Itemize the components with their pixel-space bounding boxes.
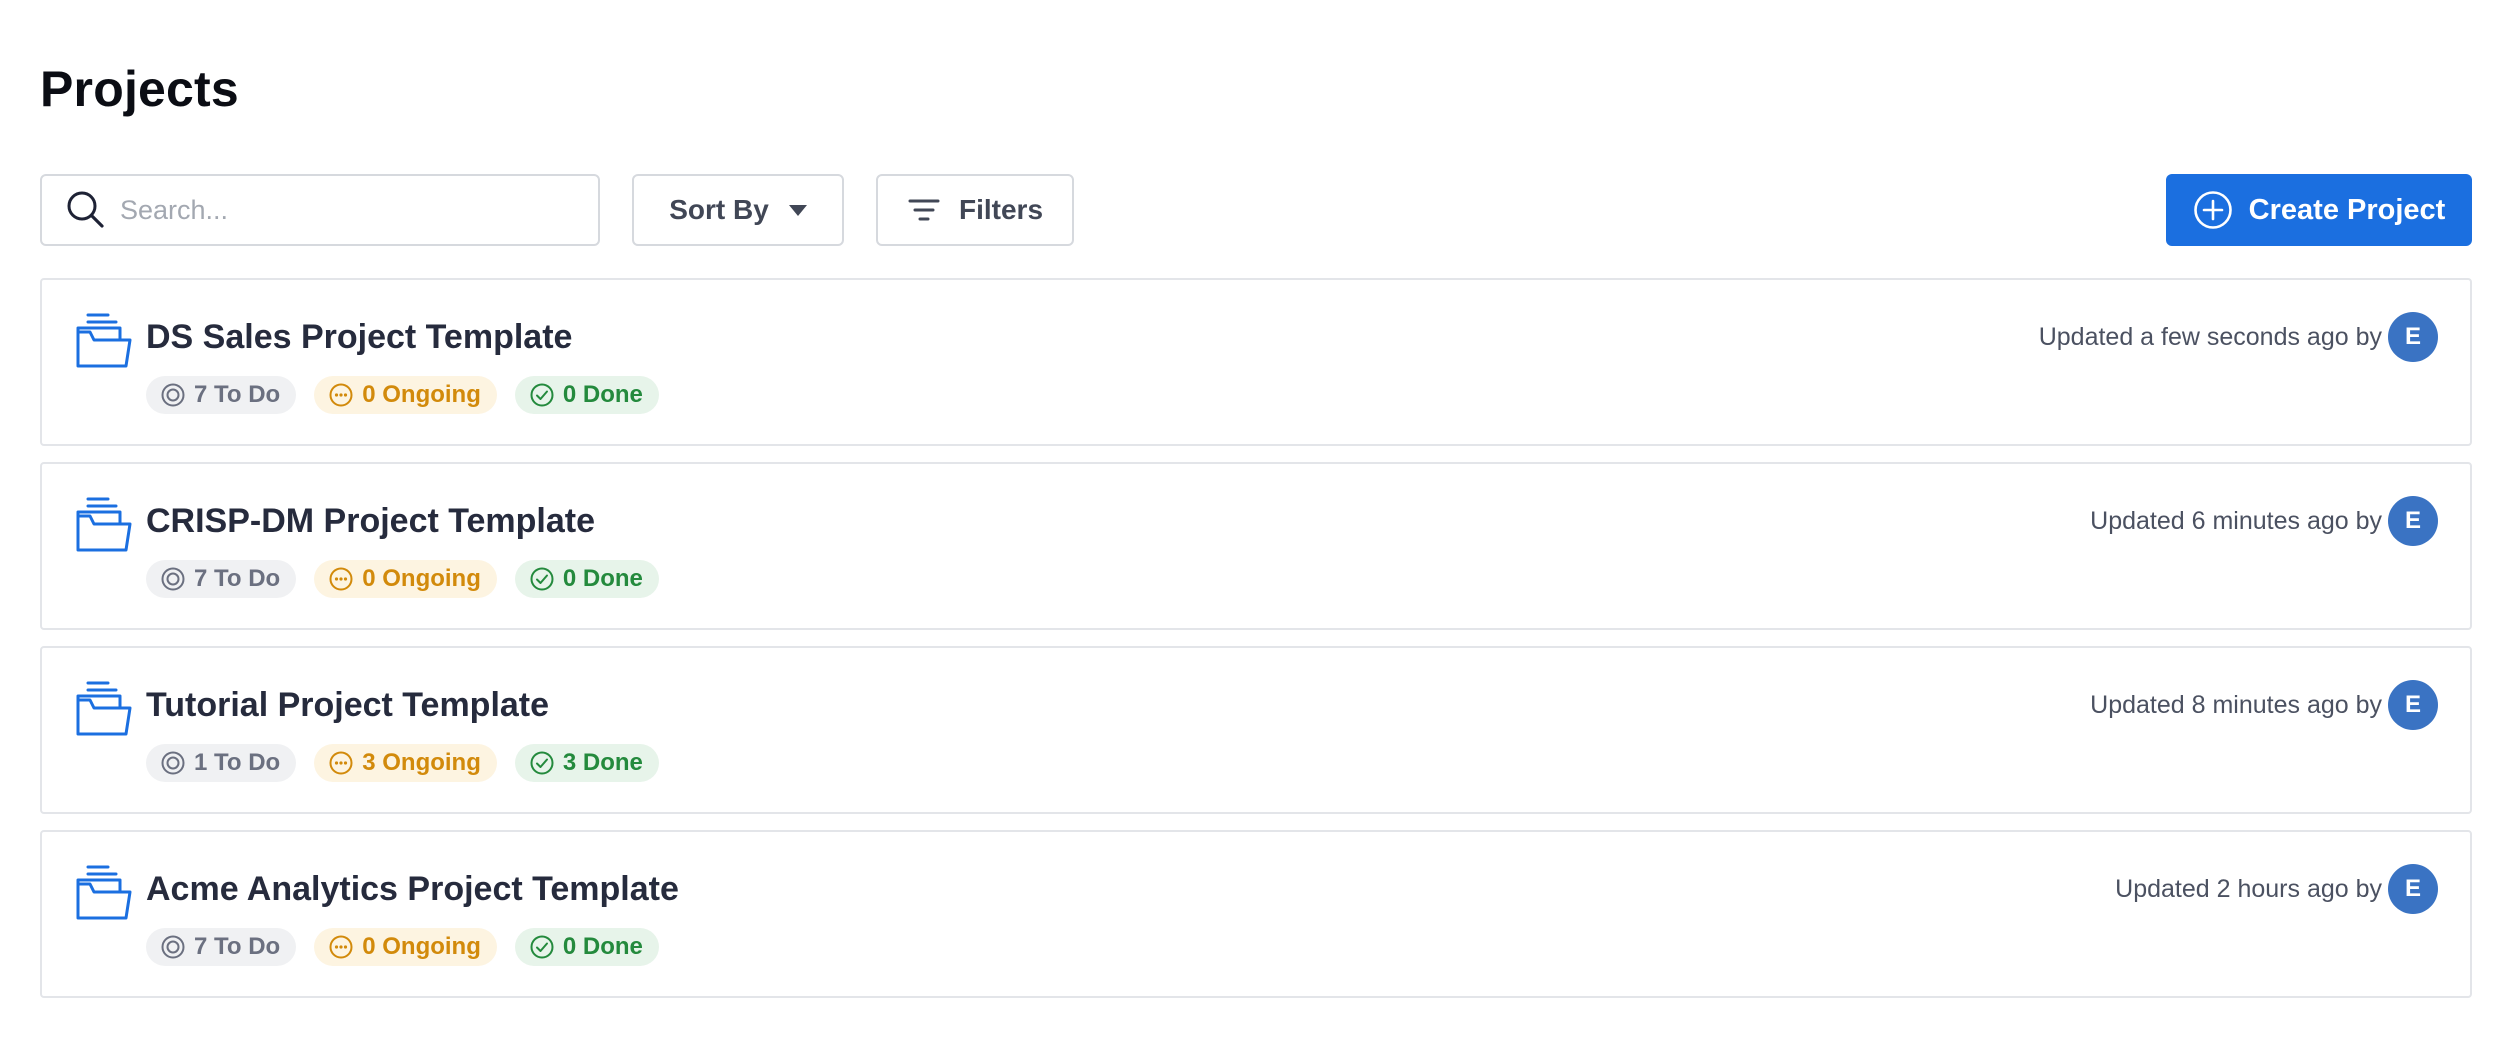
circle-dot-icon: [160, 566, 186, 592]
ongoing-count: 0 Ongoing: [362, 565, 481, 592]
project-name[interactable]: Acme Analytics Project Template: [146, 870, 679, 909]
folder-open-icon: [72, 678, 134, 740]
avatar[interactable]: E: [2388, 312, 2438, 362]
project-name[interactable]: DS Sales Project Template: [146, 318, 572, 357]
todo-badge: 1 To Do: [146, 744, 297, 782]
updated-text: Updated 2 hours ago by: [2115, 874, 2382, 903]
folder-open-icon: [72, 310, 134, 372]
search-input[interactable]: [120, 194, 560, 226]
updated-text: Updated a few seconds ago by: [2038, 322, 2382, 351]
todo-count: 7 To Do: [194, 565, 281, 592]
done-count: 0 Done: [562, 381, 643, 408]
project-name[interactable]: CRISP-DM Project Template: [146, 502, 595, 541]
project-card[interactable]: CRISP-DM Project Template 7 To Do 0 Ongo…: [40, 462, 2472, 630]
status-badges: 7 To Do 0 Ongoing 0 Done: [146, 928, 659, 966]
done-count: 3 Done: [562, 749, 643, 776]
updated-info: Updated a few seconds ago by E: [2039, 312, 2438, 362]
ongoing-count: 3 Ongoing: [362, 749, 481, 776]
avatar[interactable]: E: [2388, 680, 2438, 730]
avatar[interactable]: E: [2388, 496, 2438, 546]
project-card[interactable]: Tutorial Project Template 1 To Do 3 Ongo…: [40, 646, 2472, 814]
ongoing-badge: 0 Ongoing: [314, 376, 497, 414]
sort-by-label: Sort By: [669, 194, 769, 225]
page-title: Projects: [40, 61, 239, 117]
filters-button[interactable]: Filters: [876, 174, 1074, 246]
status-badges: 7 To Do 0 Ongoing 0 Done: [146, 376, 659, 414]
todo-count: 7 To Do: [194, 933, 281, 960]
done-count: 0 Done: [562, 933, 643, 960]
avatar[interactable]: E: [2388, 864, 2438, 914]
done-badge: 3 Done: [514, 744, 659, 782]
create-project-label: Create Project: [2248, 193, 2446, 226]
status-badges: 7 To Do 0 Ongoing 0 Done: [146, 560, 659, 598]
todo-badge: 7 To Do: [146, 560, 297, 598]
ongoing-badge: 3 Ongoing: [314, 744, 497, 782]
project-list: DS Sales Project Template 7 To Do 0 Ongo…: [40, 278, 2472, 1014]
ongoing-count: 0 Ongoing: [362, 933, 481, 960]
ongoing-count: 0 Ongoing: [362, 381, 481, 408]
project-card[interactable]: Acme Analytics Project Template 7 To Do …: [40, 830, 2472, 998]
done-badge: 0 Done: [514, 376, 659, 414]
plus-circle-icon: [2193, 190, 2233, 230]
todo-count: 7 To Do: [194, 381, 281, 408]
projects-page: Projects Sort By Filters Create Project: [0, 0, 2504, 1052]
folder-open-icon: [72, 862, 134, 924]
ongoing-badge: 0 Ongoing: [314, 928, 497, 966]
create-project-button[interactable]: Create Project: [2166, 174, 2472, 246]
search-box[interactable]: [40, 174, 600, 246]
status-badges: 1 To Do 3 Ongoing 3 Done: [146, 744, 659, 782]
updated-info: Updated 8 minutes ago by E: [2090, 680, 2438, 730]
ellipsis-circle-icon: [328, 750, 354, 776]
done-badge: 0 Done: [514, 928, 659, 966]
ellipsis-circle-icon: [328, 934, 354, 960]
done-badge: 0 Done: [514, 560, 659, 598]
check-circle-icon: [529, 566, 555, 592]
updated-info: Updated 6 minutes ago by E: [2090, 496, 2438, 546]
check-circle-icon: [529, 382, 555, 408]
circle-dot-icon: [160, 934, 186, 960]
check-circle-icon: [529, 750, 555, 776]
project-card[interactable]: DS Sales Project Template 7 To Do 0 Ongo…: [40, 278, 2472, 446]
project-name[interactable]: Tutorial Project Template: [146, 686, 549, 725]
toolbar: Sort By Filters Create Project: [40, 174, 2472, 246]
sort-by-button[interactable]: Sort By: [632, 174, 844, 246]
updated-info: Updated 2 hours ago by E: [2115, 864, 2438, 914]
search-icon: [64, 188, 108, 232]
todo-count: 1 To Do: [194, 749, 281, 776]
ongoing-badge: 0 Ongoing: [314, 560, 497, 598]
circle-dot-icon: [160, 382, 186, 408]
check-circle-icon: [529, 934, 555, 960]
ellipsis-circle-icon: [328, 382, 354, 408]
circle-dot-icon: [160, 750, 186, 776]
filters-label: Filters: [958, 194, 1044, 225]
filter-icon: [907, 193, 941, 227]
updated-text: Updated 6 minutes ago by: [2090, 506, 2382, 535]
folder-open-icon: [72, 494, 134, 556]
ellipsis-circle-icon: [328, 566, 354, 592]
updated-text: Updated 8 minutes ago by: [2090, 690, 2382, 719]
done-count: 0 Done: [562, 565, 643, 592]
todo-badge: 7 To Do: [146, 376, 297, 414]
todo-badge: 7 To Do: [146, 928, 297, 966]
caret-down-icon: [788, 204, 807, 216]
